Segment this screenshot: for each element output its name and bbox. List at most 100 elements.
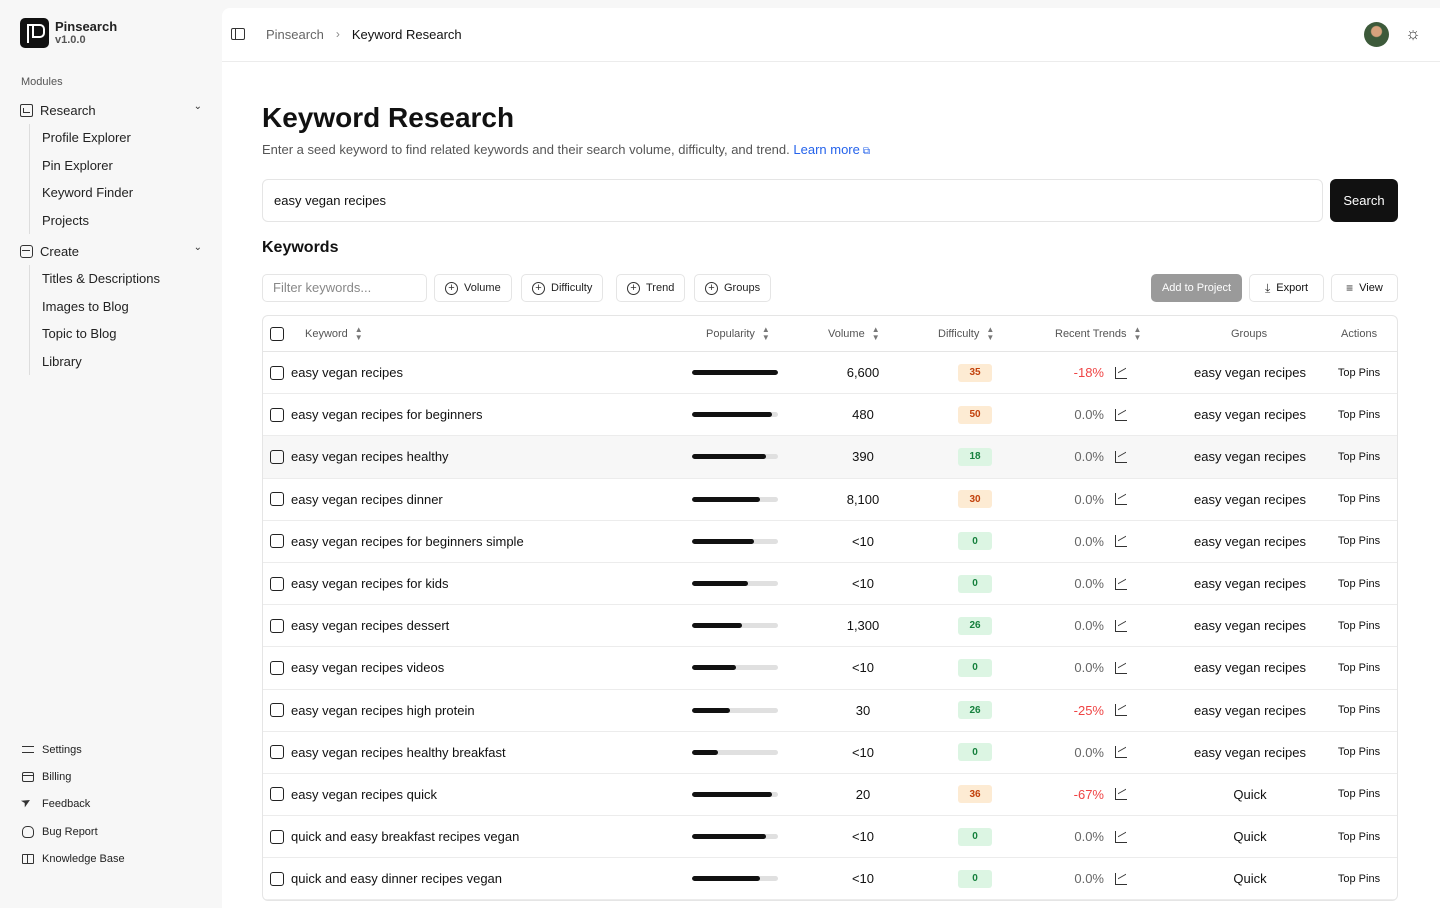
trend-chart-icon[interactable] xyxy=(1115,408,1127,421)
search-button[interactable]: Search xyxy=(1330,179,1398,222)
top-pins-button[interactable]: Top Pins xyxy=(1324,521,1394,562)
column-difficulty[interactable]: Difficulty ▲ ▼ xyxy=(938,316,994,351)
trend-chart-icon[interactable] xyxy=(1115,872,1127,885)
view-button[interactable]: ≡ View xyxy=(1331,274,1398,302)
difficulty-badge: 30 xyxy=(958,490,992,509)
trend-chart-icon[interactable] xyxy=(1115,830,1127,843)
learn-more-link[interactable]: Learn more xyxy=(793,142,859,157)
sidebar-item-knowledge-base[interactable]: Knowledge Base xyxy=(22,845,125,872)
sidebar-item-keyword-finder[interactable]: Keyword Finder xyxy=(42,179,133,207)
table-row[interactable]: easy vegan recipes for beginners simple <… xyxy=(263,521,1397,563)
sidebar-item-pin-explorer[interactable]: Pin Explorer xyxy=(42,152,133,180)
sidebar-item-projects[interactable]: Projects xyxy=(42,207,133,235)
table-row[interactable]: easy vegan recipes 6,600 35 -18% easy vegan … xyxy=(263,352,1397,395)
top-pins-button[interactable]: Top Pins xyxy=(1324,816,1394,857)
top-pins-button[interactable]: Top Pins xyxy=(1324,479,1394,520)
row-checkbox[interactable] xyxy=(270,829,284,844)
row-checkbox[interactable] xyxy=(270,576,284,591)
breadcrumb: Pinsearch › Keyword Research xyxy=(266,27,462,42)
send-icon xyxy=(22,798,34,810)
top-pins-button[interactable]: Top Pins xyxy=(1324,563,1394,604)
add-to-project-button[interactable]: Add to Project xyxy=(1151,274,1242,302)
trend-chart-icon[interactable] xyxy=(1115,619,1127,632)
top-pins-button[interactable]: Top Pins xyxy=(1324,605,1394,646)
trend-chart-icon[interactable] xyxy=(1115,746,1127,759)
sidebar-item-settings[interactable]: Settings xyxy=(22,736,125,763)
row-checkbox[interactable] xyxy=(270,492,284,507)
trend-chart-icon[interactable] xyxy=(1115,704,1127,717)
seed-keyword-input[interactable] xyxy=(262,179,1323,222)
chip-label: Trend xyxy=(646,282,675,294)
popularity-bar-fill xyxy=(692,496,760,502)
top-pins-button[interactable]: Top Pins xyxy=(1324,858,1394,899)
row-checkbox[interactable] xyxy=(270,365,284,380)
sort-icon: ▲ ▼ xyxy=(871,324,880,342)
row-checkbox[interactable] xyxy=(270,660,284,675)
trend-chart-icon[interactable] xyxy=(1115,535,1127,548)
table-row[interactable]: easy vegan recipes dinner 8,100 30 0.0% easy… xyxy=(263,479,1397,521)
column-popularity[interactable]: Popularity ▲ ▼ xyxy=(706,316,770,351)
row-checkbox[interactable] xyxy=(270,534,284,549)
sidebar-item-titles-descriptions[interactable]: Titles & Descriptions xyxy=(42,265,160,293)
column-recent-trends[interactable]: Recent Trends ▲ ▼ xyxy=(1055,316,1141,351)
trend-chart-icon[interactable] xyxy=(1115,366,1127,379)
table-row[interactable]: easy vegan recipes videos <10 0 0.0% easy ve… xyxy=(263,647,1397,690)
filter-keywords-input[interactable]: Filter keywords... xyxy=(262,274,427,302)
table-row[interactable]: quick and easy dinner recipes vegan <10 0 0… xyxy=(263,858,1397,901)
table-row[interactable]: quick and easy breakfast recipes vegan <1… xyxy=(263,816,1397,859)
top-pins-button[interactable]: Top Pins xyxy=(1324,774,1394,815)
table-row[interactable]: easy vegan recipes healthy breakfast <10 0… xyxy=(263,732,1397,774)
sidebar-group-research[interactable]: Research ⌄ xyxy=(20,98,202,122)
breadcrumb-root[interactable]: Pinsearch xyxy=(266,27,324,42)
sidebar-item-images-to-blog[interactable]: Images to Blog xyxy=(42,293,160,321)
avatar[interactable] xyxy=(1364,22,1389,47)
sidebar-item-bug-report[interactable]: Bug Report xyxy=(22,818,125,845)
sidebar-toggle-icon[interactable] xyxy=(231,28,245,40)
top-pins-button[interactable]: Top Pins xyxy=(1324,647,1394,688)
sidebar-item-billing[interactable]: Billing xyxy=(22,763,125,790)
sidebar-item-library[interactable]: Library xyxy=(42,348,160,376)
groups-filter-button[interactable]: + Groups xyxy=(694,274,772,302)
top-pins-button[interactable]: Top Pins xyxy=(1324,394,1394,435)
table-row[interactable]: easy vegan recipes for kids <10 0 0.0% easy … xyxy=(263,563,1397,606)
table-row[interactable]: easy vegan recipes for beginners 480 50 0.0… xyxy=(263,394,1397,437)
column-volume[interactable]: Volume ▲ ▼ xyxy=(828,316,880,351)
row-checkbox[interactable] xyxy=(270,787,284,802)
sun-icon[interactable]: ☼ xyxy=(1404,25,1422,43)
table-row[interactable]: easy vegan recipes healthy 390 18 0.0% easy … xyxy=(263,436,1397,479)
row-checkbox[interactable] xyxy=(270,703,284,718)
row-checkbox[interactable] xyxy=(270,871,284,886)
row-checkbox[interactable] xyxy=(270,745,284,760)
credit-card-icon xyxy=(22,771,34,782)
trend-chart-icon[interactable] xyxy=(1115,577,1127,590)
trend-chart-icon[interactable] xyxy=(1115,450,1127,463)
column-keyword[interactable]: Keyword ▲ ▼ xyxy=(305,316,363,351)
trend-chart-icon[interactable] xyxy=(1115,493,1127,506)
sidebar: Pinsearch v1.0.0 Modules Research ⌄ Prof… xyxy=(0,0,222,900)
trend-filter-button[interactable]: + Trend xyxy=(616,274,686,302)
brand[interactable]: Pinsearch v1.0.0 xyxy=(20,18,117,48)
top-pins-button[interactable]: Top Pins xyxy=(1324,436,1394,477)
export-button[interactable]: ⤓ Export xyxy=(1249,274,1324,302)
row-checkbox[interactable] xyxy=(270,618,284,633)
trend-chart-icon[interactable] xyxy=(1115,661,1127,674)
volume-cell: <10 xyxy=(851,660,875,676)
sidebar-item-topic-to-blog[interactable]: Topic to Blog xyxy=(42,320,160,348)
top-pins-button[interactable]: Top Pins xyxy=(1324,690,1394,731)
table-row[interactable]: easy vegan recipes high protein 30 26 -25% e… xyxy=(263,690,1397,732)
top-pins-button[interactable]: Top Pins xyxy=(1324,352,1394,393)
table-row[interactable]: easy vegan recipes dessert 1,300 26 0.0% eas… xyxy=(263,605,1397,648)
row-checkbox[interactable] xyxy=(270,407,284,422)
difficulty-badge: 18 xyxy=(958,447,992,466)
sidebar-item-profile-explorer[interactable]: Profile Explorer xyxy=(42,124,133,152)
trend-chart-icon[interactable] xyxy=(1115,788,1127,801)
sidebar-group-create[interactable]: Create ⌄ xyxy=(20,239,202,263)
volume-filter-button[interactable]: + Volume xyxy=(434,274,512,302)
row-checkbox[interactable] xyxy=(270,449,284,464)
keyword-cell: easy vegan recipes quick xyxy=(291,786,437,802)
select-all-checkbox[interactable] xyxy=(270,326,284,341)
top-pins-button[interactable]: Top Pins xyxy=(1324,732,1394,773)
difficulty-filter-button[interactable]: + Difficulty xyxy=(521,274,604,302)
table-row[interactable]: easy vegan recipes quick 20 36 -67% Quick Top… xyxy=(263,774,1397,817)
sidebar-item-feedback[interactable]: Feedback xyxy=(22,791,125,818)
